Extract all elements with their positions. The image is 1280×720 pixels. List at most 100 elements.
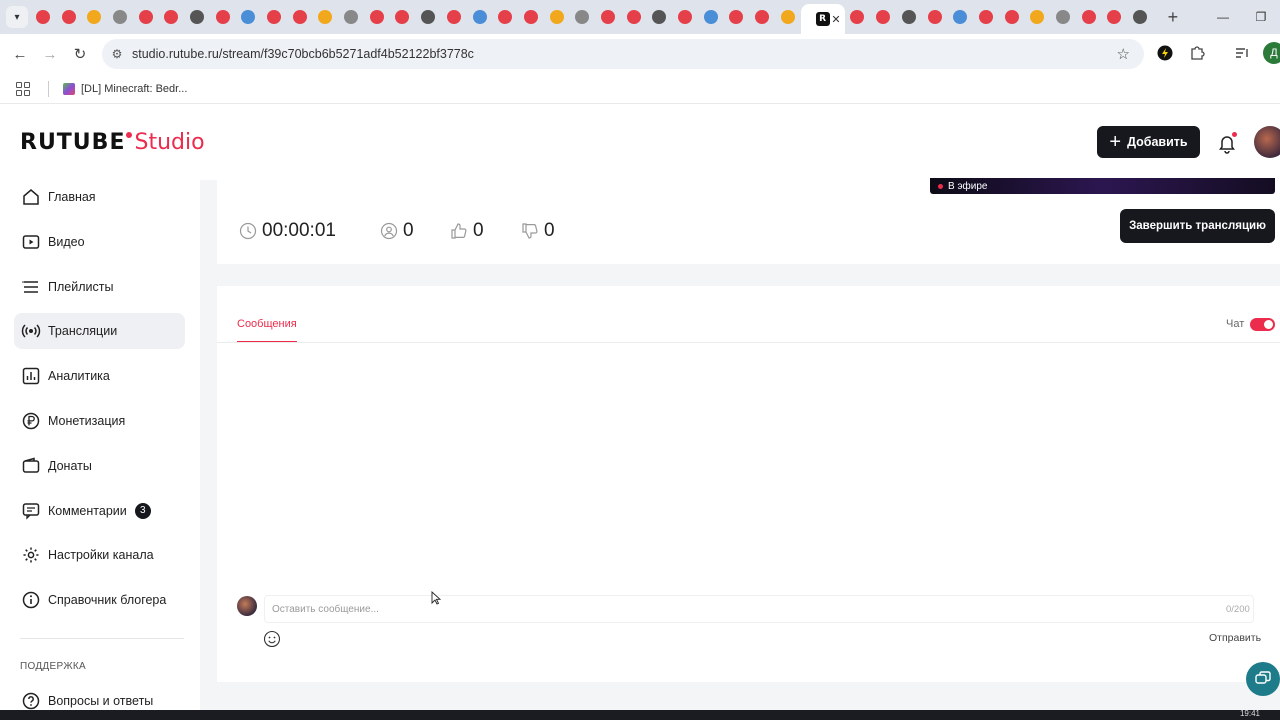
browser-tab[interactable] xyxy=(364,0,390,34)
browser-tab[interactable] xyxy=(158,0,184,34)
browser-tab[interactable] xyxy=(1050,0,1076,34)
sidebar: ПОДДЕРЖКА Главная Видео Плейлисты Трансляци… xyxy=(0,180,200,720)
logo-main-text: RUTUBE xyxy=(20,130,126,155)
address-url[interactable]: studio.rutube.ru/stream/f39c70bcb6b5271a… xyxy=(132,47,474,61)
logo-accent-text: Studio xyxy=(134,130,205,155)
browser-tab[interactable] xyxy=(1102,0,1128,34)
send-button[interactable]: Отправить xyxy=(1209,632,1261,644)
tab-favicon-icon xyxy=(703,10,718,24)
browser-tab[interactable] xyxy=(107,0,133,34)
browser-tab[interactable] xyxy=(184,0,210,34)
browser-tab[interactable] xyxy=(672,0,698,34)
browser-tab[interactable] xyxy=(313,0,339,34)
notifications-bell-icon[interactable] xyxy=(1216,132,1238,154)
sidebar-item-analytics[interactable]: Аналитика xyxy=(14,358,185,394)
sidebar-item-wallet[interactable]: Донаты xyxy=(14,448,185,484)
close-tab-icon[interactable]: ✕ xyxy=(831,13,840,26)
browser-tab[interactable] xyxy=(896,0,922,34)
browser-tab[interactable] xyxy=(30,0,56,34)
user-avatar[interactable] xyxy=(1254,126,1280,158)
browser-tab[interactable] xyxy=(749,0,775,34)
maximize-icon[interactable]: ❐ xyxy=(1242,0,1280,34)
forward-icon[interactable]: → xyxy=(35,39,65,69)
address-bar[interactable]: ⚙ studio.rutube.ru/stream/f39c70bcb6b527… xyxy=(102,39,1144,69)
tab-favicon-icon xyxy=(626,10,641,24)
browser-tab[interactable] xyxy=(724,0,750,34)
chat-user-avatar xyxy=(237,596,257,616)
browser-tab[interactable] xyxy=(544,0,570,34)
sidebar-item-gear[interactable]: Настройки канала xyxy=(14,537,185,573)
browser-tab[interactable] xyxy=(698,0,724,34)
browser-tab[interactable] xyxy=(1127,0,1153,34)
browser-tab[interactable] xyxy=(261,0,287,34)
gear-icon xyxy=(21,545,41,565)
sidebar-item-comment[interactable]: Комментарии 3 xyxy=(14,493,185,529)
tab-messages[interactable]: Сообщения xyxy=(237,318,297,330)
browser-tab[interactable] xyxy=(81,0,107,34)
sidebar-item-home[interactable]: Главная xyxy=(14,179,185,215)
browser-tab[interactable] xyxy=(415,0,441,34)
os-taskbar: 19:41 xyxy=(0,709,1280,720)
browser-tab[interactable] xyxy=(1076,0,1102,34)
browser-tab[interactable] xyxy=(390,0,416,34)
rutube-studio-logo[interactable]: RUTUBE Studio xyxy=(20,130,205,155)
sidebar-item-video[interactable]: Видео xyxy=(14,224,185,260)
sidebar-item-label: Аналитика xyxy=(48,369,110,384)
browser-tab[interactable] xyxy=(973,0,999,34)
browser-tab[interactable] xyxy=(338,0,364,34)
browser-tab[interactable] xyxy=(870,0,896,34)
back-icon[interactable]: ← xyxy=(5,39,35,69)
apps-grid-icon[interactable] xyxy=(16,81,30,96)
browser-tab[interactable] xyxy=(621,0,647,34)
browser-tab[interactable] xyxy=(947,0,973,34)
browser-tab[interactable] xyxy=(210,0,236,34)
extension-icon[interactable] xyxy=(1154,42,1176,64)
browser-tab[interactable] xyxy=(999,0,1025,34)
browser-tab[interactable] xyxy=(775,0,801,34)
tab-favicon-icon xyxy=(241,10,256,24)
broadcast-icon xyxy=(21,321,41,341)
browser-tab[interactable] xyxy=(467,0,493,34)
browser-tab[interactable] xyxy=(441,0,467,34)
reading-list-icon[interactable] xyxy=(1231,42,1253,64)
browser-tab[interactable] xyxy=(922,0,948,34)
tab-search-button[interactable]: ▾ xyxy=(6,6,28,28)
browser-tab[interactable] xyxy=(518,0,544,34)
sidebar-item-ruble[interactable]: Монетизация xyxy=(14,403,185,439)
sidebar-item-label: Комментарии xyxy=(48,503,127,518)
browser-tab[interactable] xyxy=(647,0,673,34)
active-tab[interactable]: R ✕ xyxy=(800,4,845,34)
add-button[interactable]: + Добавить xyxy=(1097,126,1200,158)
browser-tab[interactable] xyxy=(56,0,82,34)
browser-tab[interactable] xyxy=(236,0,262,34)
live-label: В эфире xyxy=(948,180,988,192)
sidebar-item-broadcast[interactable]: Трансляции xyxy=(14,313,185,350)
thumbs-up-icon xyxy=(451,223,467,239)
emoji-icon[interactable] xyxy=(263,630,281,648)
browser-tab[interactable] xyxy=(1024,0,1050,34)
bookmark-star-icon[interactable]: ☆ xyxy=(1117,45,1130,63)
extensions-puzzle-icon[interactable] xyxy=(1186,42,1208,64)
browser-tab[interactable] xyxy=(595,0,621,34)
viewers-icon xyxy=(380,222,398,240)
minimize-icon[interactable]: — xyxy=(1204,0,1242,34)
help-chat-button[interactable] xyxy=(1246,662,1280,696)
new-tab-button[interactable]: + xyxy=(1161,7,1185,28)
sidebar-item-playlist[interactable]: Плейлисты xyxy=(14,269,185,305)
browser-tab[interactable] xyxy=(492,0,518,34)
profile-avatar[interactable]: Д xyxy=(1263,42,1280,64)
chat-message-input[interactable] xyxy=(264,595,1254,623)
browser-tab[interactable] xyxy=(133,0,159,34)
thumbs-down-icon xyxy=(522,223,538,239)
browser-tab[interactable] xyxy=(287,0,313,34)
add-button-label: Добавить xyxy=(1127,135,1188,149)
sidebar-item-label: Справочник блогера xyxy=(48,593,167,608)
site-info-icon[interactable]: ⚙ xyxy=(102,47,132,61)
end-stream-button[interactable]: Завершить трансляцию xyxy=(1120,209,1275,243)
browser-tab[interactable] xyxy=(569,0,595,34)
reload-icon[interactable]: ↻ xyxy=(65,39,95,69)
sidebar-item-info[interactable]: Справочник блогера xyxy=(14,582,185,618)
bookmark-item[interactable]: [DL] Minecraft: Bedr... xyxy=(63,82,187,95)
chat-toggle[interactable] xyxy=(1250,318,1275,331)
browser-tab[interactable] xyxy=(845,0,871,34)
